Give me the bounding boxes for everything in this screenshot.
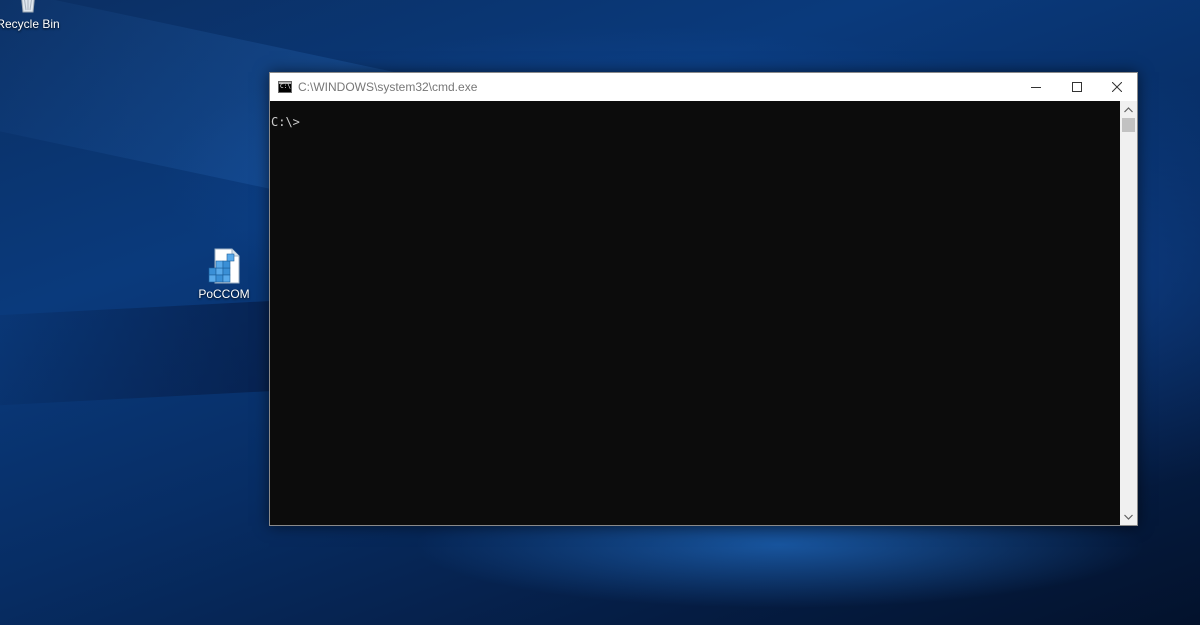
desktop-icon-label: PoCCOM bbox=[198, 287, 250, 301]
chevron-down-icon bbox=[1124, 514, 1133, 520]
recycle-bin-icon bbox=[21, 0, 35, 13]
title-bar[interactable]: C:\WINDOWS\system32\cmd.exe bbox=[270, 73, 1137, 101]
console-area[interactable]: C:\> bbox=[270, 101, 1120, 525]
scroll-down-button[interactable] bbox=[1120, 508, 1137, 525]
minimize-button[interactable] bbox=[1015, 73, 1056, 101]
chevron-up-icon bbox=[1124, 106, 1133, 112]
close-icon bbox=[1112, 82, 1122, 92]
cmd-icon[interactable] bbox=[278, 81, 292, 93]
registry-file-icon bbox=[208, 248, 240, 284]
maximize-button[interactable] bbox=[1056, 73, 1097, 101]
close-button[interactable] bbox=[1097, 73, 1137, 101]
window-title: C:\WINDOWS\system32\cmd.exe bbox=[298, 80, 478, 94]
desktop: Recycle Bin PoCCOM C:\WINDOWS\system32\ bbox=[0, 0, 1200, 625]
vertical-scrollbar[interactable] bbox=[1120, 101, 1137, 525]
cmd-window[interactable]: C:\WINDOWS\system32\cmd.exe C:\> bbox=[269, 72, 1138, 526]
maximize-icon bbox=[1071, 82, 1082, 92]
desktop-icon-poccom[interactable]: PoCCOM bbox=[186, 248, 262, 301]
desktop-icon-recycle-bin[interactable]: Recycle Bin bbox=[0, 0, 66, 31]
scroll-up-button[interactable] bbox=[1120, 101, 1137, 118]
desktop-icon-label: Recycle Bin bbox=[0, 17, 60, 31]
scrollbar-thumb[interactable] bbox=[1122, 118, 1135, 132]
minimize-icon bbox=[1030, 87, 1041, 88]
console-prompt: C:\> bbox=[271, 115, 300, 129]
